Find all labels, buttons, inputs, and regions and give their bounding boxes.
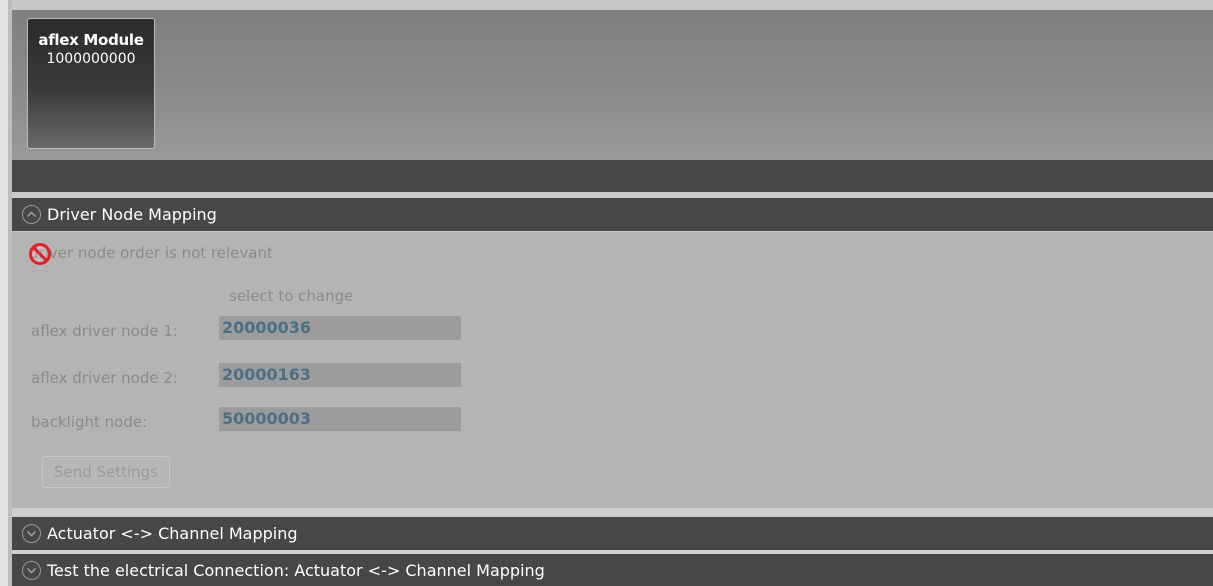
node-order-note: driver node order is not relevant (29, 244, 273, 262)
driver-node-2-label: aflex driver node 2: (31, 369, 178, 387)
toolbar-bar (12, 160, 1213, 192)
module-tile[interactable]: aflex Module 1000000000 (27, 18, 155, 149)
send-settings-button[interactable]: Send Settings (42, 456, 170, 488)
backlight-node-select[interactable]: 50000003 (219, 407, 461, 431)
section-title: Actuator <-> Channel Mapping (47, 524, 298, 543)
app-window: aflex Module 1000000000 Driver Node Mapp… (0, 0, 1213, 586)
select-hint: select to change (229, 287, 354, 305)
section-header-actuator-channel-mapping[interactable]: Actuator <-> Channel Mapping (12, 517, 1213, 550)
driver-node-2-select[interactable]: 20000163 (219, 363, 461, 387)
chevron-up-icon (22, 205, 41, 224)
module-id: 1000000000 (46, 51, 136, 67)
section-header-electrical-test[interactable]: Test the electrical Connection: Actuator… (12, 554, 1213, 586)
module-title: aflex Module (38, 31, 144, 49)
driver-node-mapping-panel: driver node order is not relevant select… (12, 232, 1213, 508)
chevron-down-icon (22, 560, 41, 580)
backlight-node-label: backlight node: (31, 413, 148, 431)
no-entry-cursor-icon (29, 243, 51, 265)
module-strip: aflex Module 1000000000 (12, 10, 1213, 160)
driver-node-1-select[interactable]: 20000036 (219, 316, 461, 340)
driver-node-1-label: aflex driver node 1: (31, 322, 178, 340)
section-header-driver-node-mapping[interactable]: Driver Node Mapping (12, 198, 1213, 231)
section-title: Test the electrical Connection: Actuator… (47, 560, 545, 580)
divider (12, 508, 1213, 517)
left-border (0, 0, 8, 586)
chevron-down-icon (22, 524, 41, 543)
section-title: Driver Node Mapping (47, 205, 217, 224)
